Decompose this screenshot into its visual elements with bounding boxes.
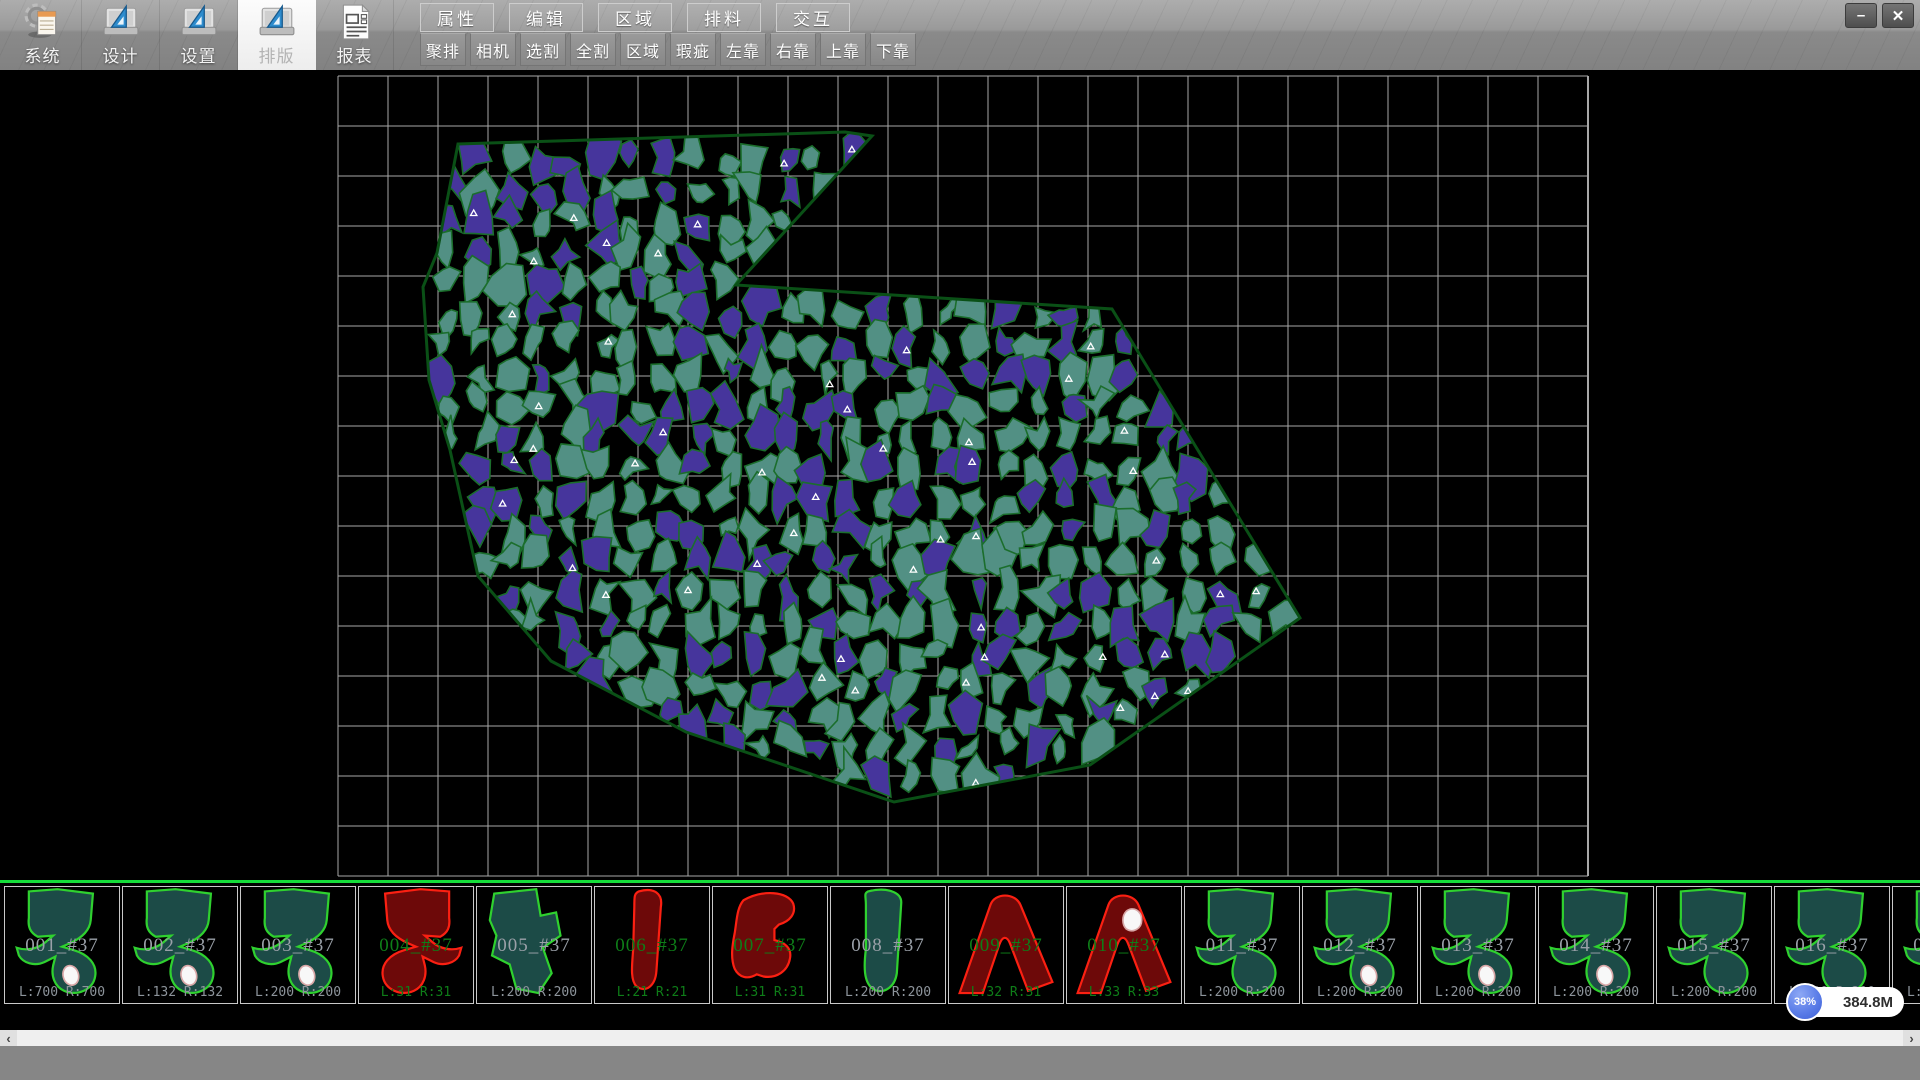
pattern-count-label: L:200 R:200	[1539, 985, 1653, 1000]
pattern-thumbnail[interactable]: 015_#37 L:200 R:200	[1656, 886, 1772, 1004]
application-window: 系统设计设置排版报表 属性编辑区域排料交互 聚排相机选割全割区域瑕疵左靠右靠上靠…	[0, 0, 1920, 1080]
pattern-count-label: L:200 R:200	[1303, 985, 1417, 1000]
pattern-id-label: 016_#37	[1775, 935, 1889, 957]
menu-tab-properties[interactable]: 属性	[420, 3, 494, 32]
window-bottom-frame	[0, 1046, 1920, 1080]
pattern-thumbnail[interactable]: 007_#37 L:31 R:31	[712, 886, 828, 1004]
ruler-icon	[102, 3, 140, 41]
tool-button-cluster-nest[interactable]: 聚排	[420, 33, 466, 66]
menu-tab-edit[interactable]: 编辑	[509, 3, 583, 32]
app-button-layout[interactable]: 排版	[238, 0, 316, 70]
tool-button-snap-top[interactable]: 上靠	[820, 33, 866, 66]
tool-button-region[interactable]: 区域	[620, 33, 666, 66]
pattern-count-label: L:132 R:132	[123, 985, 237, 1000]
pattern-id-label: 001_#37	[5, 935, 119, 957]
app-button-report[interactable]: 报表	[316, 0, 394, 70]
pattern-count-label: L:200 R:200	[1421, 985, 1535, 1000]
pattern-thumbnail[interactable]: 004_#37 L:31 R:31	[358, 886, 474, 1004]
pattern-id-label: 017_#37	[1893, 935, 1920, 957]
ruler-icon	[180, 3, 218, 41]
pattern-count-label: L:200 R:200	[241, 985, 355, 1000]
progress-indicator: 38%	[1786, 983, 1824, 1021]
pattern-id-label: 004_#37	[359, 935, 473, 957]
pattern-count-label: L:200 R:200	[1185, 985, 1299, 1000]
menu-tab-nesting[interactable]: 排料	[687, 3, 761, 32]
pattern-thumbnail[interactable]: 001_#37 L:700 R:700	[4, 886, 120, 1004]
pattern-id-label: 003_#37	[241, 935, 355, 957]
ruler-icon	[258, 3, 296, 41]
menu-tab-region[interactable]: 区域	[598, 3, 672, 32]
window-controls: – ✕	[1845, 3, 1914, 28]
app-button-bar: 系统 设计 设置 排版 报表	[4, 0, 394, 70]
pattern-thumbnail[interactable]: 011_#37 L:200 R:200	[1184, 886, 1300, 1004]
pattern-id-label: 009_#37	[949, 935, 1063, 957]
pattern-id-label: 014_#37	[1539, 935, 1653, 957]
pattern-count-label: L:700 R:700	[5, 985, 119, 1000]
app-button-label: 报表	[337, 42, 373, 67]
pattern-thumbnail[interactable]: 003_#37 L:200 R:200	[240, 886, 356, 1004]
pattern-id-label: 015_#37	[1657, 935, 1771, 957]
pattern-thumbnail[interactable]: 014_#37 L:200 R:200	[1538, 886, 1654, 1004]
tool-button-select-cut[interactable]: 选割	[520, 33, 566, 66]
pattern-id-label: 008_#37	[831, 935, 945, 957]
close-button[interactable]: ✕	[1882, 3, 1914, 28]
horizontal-scrollbar[interactable]: ‹ ›	[0, 1030, 1920, 1046]
pattern-id-label: 011_#37	[1185, 935, 1299, 957]
pattern-thumbnail[interactable]: 010_#37 L:33 R:33	[1066, 886, 1182, 1004]
app-button-system[interactable]: 系统	[4, 0, 82, 70]
menu-tab-bar: 属性编辑区域排料交互	[420, 3, 850, 32]
tool-button-snap-bottom[interactable]: 下靠	[870, 33, 916, 66]
pattern-thumbnail[interactable]: 002_#37 L:132 R:132	[122, 886, 238, 1004]
ribbon: 系统设计设置排版报表 属性编辑区域排料交互 聚排相机选割全割区域瑕疵左靠右靠上靠…	[0, 0, 1920, 70]
pattern-id-label: 012_#37	[1303, 935, 1417, 957]
pattern-id-label: 013_#37	[1421, 935, 1535, 957]
tool-button-cut-all[interactable]: 全割	[570, 33, 616, 66]
tool-button-camera[interactable]: 相机	[470, 33, 516, 66]
pattern-filmstrip: 001_#37L:700 R:700002_#37L:132 R:132003_…	[0, 880, 1920, 1008]
pattern-count-label: L:32 R:31	[949, 985, 1063, 1000]
pattern-count-label: L:200 R:200	[1657, 985, 1771, 1000]
pattern-id-label: 005_#37	[477, 935, 591, 957]
menu-tab-interact[interactable]: 交互	[776, 3, 850, 32]
scroll-left-icon[interactable]: ‹	[0, 1030, 17, 1046]
app-button-settings[interactable]: 设置	[160, 0, 238, 70]
pattern-id-label: 010_#37	[1067, 935, 1181, 957]
pattern-thumbnail[interactable]: 012_#37 L:200 R:200	[1302, 886, 1418, 1004]
app-button-label: 设置	[181, 42, 217, 67]
tool-button-bar: 聚排相机选割全割区域瑕疵左靠右靠上靠下靠	[420, 33, 916, 66]
report-icon	[336, 3, 374, 41]
app-button-label: 排版	[259, 42, 295, 67]
tool-button-defect[interactable]: 瑕疵	[670, 33, 716, 66]
gear-icon	[24, 3, 62, 41]
pattern-count-label: L:31 R:31	[713, 985, 827, 1000]
app-button-design[interactable]: 设计	[82, 0, 160, 70]
app-button-label: 系统	[25, 42, 61, 67]
scrollbar-track[interactable]	[17, 1030, 1903, 1046]
tool-button-snap-right[interactable]: 右靠	[770, 33, 816, 66]
pattern-count-label: L:33 R:33	[1067, 985, 1181, 1000]
pattern-id-label: 002_#37	[123, 935, 237, 957]
nesting-canvas-drawing	[0, 70, 1920, 880]
pattern-thumbnail[interactable]: 008_#37 L:200 R:200	[830, 886, 946, 1004]
pattern-thumbnail[interactable]: 009_#37 L:32 R:31	[948, 886, 1064, 1004]
pattern-id-label: 007_#37	[713, 935, 827, 957]
pattern-count-label: L:200 R:200	[831, 985, 945, 1000]
scroll-right-icon[interactable]: ›	[1903, 1030, 1920, 1046]
app-button-label: 设计	[103, 42, 139, 67]
tool-button-snap-left[interactable]: 左靠	[720, 33, 766, 66]
minimize-button[interactable]: –	[1845, 3, 1877, 28]
nesting-canvas[interactable]	[0, 70, 1920, 880]
pattern-thumbnail[interactable]: 013_#37 L:200 R:200	[1420, 886, 1536, 1004]
pattern-id-label: 006_#37	[595, 935, 709, 957]
pattern-thumbnail[interactable]: 006_#37 L:21 R:21	[594, 886, 710, 1004]
memory-status-badge: 384.8M 38%	[1786, 983, 1908, 1021]
pattern-count-label: L:31 R:31	[359, 985, 473, 1000]
pattern-count-label: L:21 R:21	[595, 985, 709, 1000]
pattern-thumbnail[interactable]: 005_#37 L:200 R:200	[476, 886, 592, 1004]
pattern-count-label: L:200 R:200	[477, 985, 591, 1000]
